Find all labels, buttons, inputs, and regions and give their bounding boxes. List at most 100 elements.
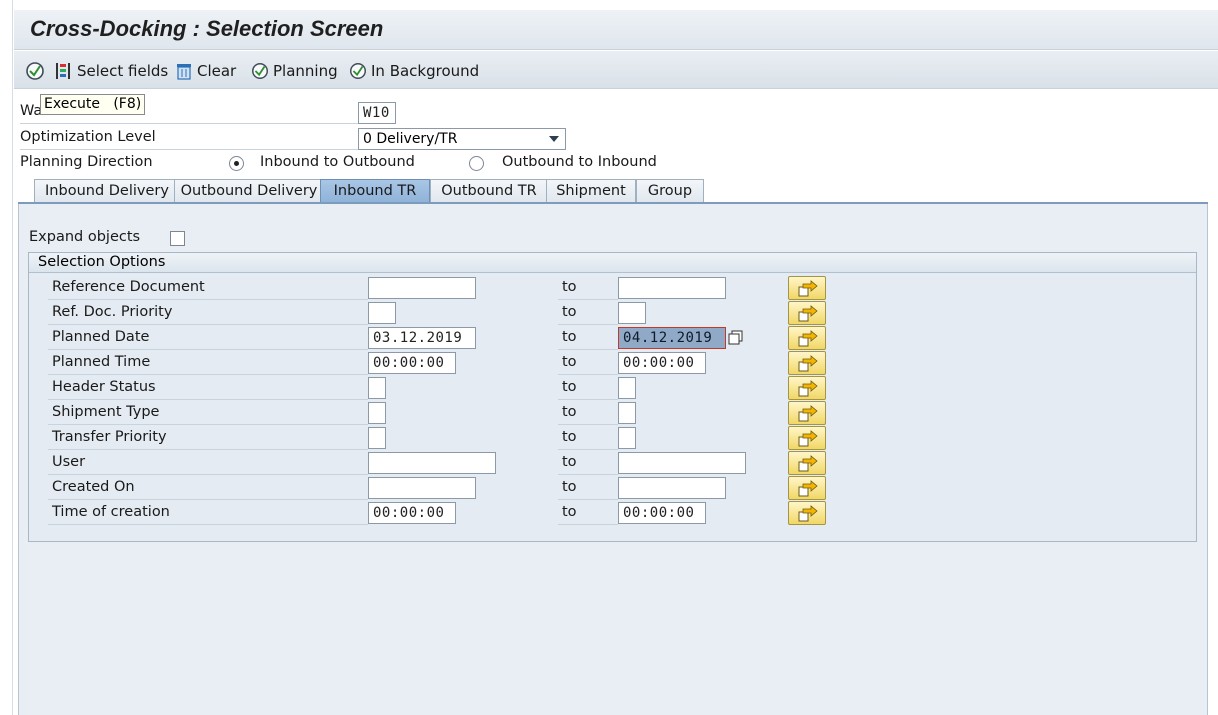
tab-shipment[interactable]: Shipment — [546, 179, 636, 203]
ref-doc-priority-underline — [48, 324, 368, 325]
optimization-level-label: Optimization Level — [20, 129, 156, 145]
user-multiple-selection-button[interactable] — [788, 451, 826, 475]
time-of-creation-to-label: to — [562, 504, 577, 520]
application-toolbar: Select fields Clear Planning In Backgrou… — [14, 51, 1218, 89]
planned-date-underline — [48, 349, 368, 350]
user-to-input[interactable] — [618, 452, 746, 474]
planned-time-from-input[interactable]: 00:00:00 — [368, 352, 456, 374]
created-on-multiple-selection-button[interactable] — [788, 476, 826, 500]
shipment-type-to-label: to — [562, 404, 577, 420]
multiple-selection-arrow-icon — [798, 405, 818, 422]
planning-execute-icon — [252, 63, 268, 79]
left-edge — [0, 0, 13, 715]
time-of-creation-to-input[interactable]: 00:00:00 — [618, 502, 706, 524]
header-status-to-input[interactable] — [618, 377, 636, 399]
tab-outbound-tr[interactable]: Outbound TR — [430, 179, 548, 203]
time-of-creation-to-underline — [558, 524, 618, 525]
header-status-from-input[interactable] — [368, 377, 386, 399]
planned-time-to-input[interactable]: 00:00:00 — [618, 352, 706, 374]
user-underline — [48, 474, 368, 475]
reference-document-from-input[interactable] — [368, 277, 476, 299]
tab-inbound-delivery[interactable]: Inbound Delivery — [34, 179, 180, 203]
planned-date-from-input[interactable]: 03.12.2019 — [368, 327, 476, 349]
planned-date-to-input[interactable]: 04.12.2019 — [618, 327, 726, 349]
ref-doc-priority-multiple-selection-button[interactable] — [788, 301, 826, 325]
execute-button[interactable] — [24, 60, 49, 82]
user-label: User — [52, 454, 86, 470]
select-fields-button[interactable]: Select fields — [54, 60, 168, 82]
created-on-to-underline — [558, 499, 618, 500]
radio-outbound-to-inbound[interactable] — [469, 156, 484, 171]
planned-time-label: Planned Time — [52, 354, 151, 370]
planned-time-to-label: to — [562, 354, 577, 370]
shipment-type-from-input[interactable] — [368, 402, 386, 424]
title-bar: Cross-Docking : Selection Screen — [14, 10, 1218, 50]
shipment-type-to-input[interactable] — [618, 402, 636, 424]
time-of-creation-from-input[interactable]: 00:00:00 — [368, 502, 456, 524]
planning-button[interactable]: Planning — [250, 60, 338, 82]
shipment-type-multiple-selection-button[interactable] — [788, 401, 826, 425]
time-of-creation-multiple-selection-button[interactable] — [788, 501, 826, 525]
transfer-priority-underline — [48, 449, 368, 450]
shipment-type-underline — [48, 424, 368, 425]
in-background-button[interactable]: In Background — [348, 60, 479, 82]
ref-doc-priority-to-input[interactable] — [618, 302, 646, 324]
planned-time-multiple-selection-button[interactable] — [788, 351, 826, 375]
planning-label: Planning — [273, 62, 338, 80]
planning-direction-label: Planning Direction — [20, 154, 153, 170]
created-on-underline — [48, 499, 368, 500]
multiple-selection-arrow-icon — [798, 505, 818, 522]
header-status-multiple-selection-button[interactable] — [788, 376, 826, 400]
radio-selected-dot — [234, 161, 239, 166]
time-of-creation-underline — [48, 524, 368, 525]
selection-options-title: Selection Options — [29, 253, 1196, 273]
optimization-level-dropdown[interactable]: 0 Delivery/TR — [358, 128, 566, 150]
tab-inbound-tr[interactable]: Inbound TR — [320, 179, 430, 203]
execute-tooltip: Execute (F8) — [40, 94, 146, 115]
expand-objects-checkbox[interactable] — [170, 231, 185, 246]
transfer-priority-label: Transfer Priority — [52, 429, 167, 445]
planned-date-to-underline — [558, 349, 618, 350]
planned-date-label: Planned Date — [52, 329, 150, 345]
header-status-to-label: to — [562, 379, 577, 395]
sap-window: Cross-Docking : Selection Screen Select … — [14, 10, 1218, 715]
ref-doc-priority-to-underline — [558, 324, 618, 325]
optimization-level-value: 0 Delivery/TR — [363, 131, 458, 147]
multiple-selection-arrow-icon — [798, 480, 818, 497]
tab-outbound-delivery[interactable]: Outbound Delivery — [174, 179, 324, 203]
execute-icon — [26, 62, 44, 80]
transfer-priority-multiple-selection-button[interactable] — [788, 426, 826, 450]
transfer-priority-to-label: to — [562, 429, 577, 445]
reference-document-label: Reference Document — [52, 279, 205, 295]
clear-button[interactable]: Clear — [174, 60, 236, 82]
trash-icon — [177, 64, 191, 80]
ref-doc-priority-to-label: to — [562, 304, 577, 320]
reference-document-multiple-selection-button[interactable] — [788, 276, 826, 300]
reference-document-to-input[interactable] — [618, 277, 726, 299]
ref-doc-priority-from-input[interactable] — [368, 302, 396, 324]
created-on-to-input[interactable] — [618, 477, 726, 499]
chevron-down-icon — [549, 136, 559, 142]
copy-icon[interactable] — [728, 330, 744, 346]
reference-document-to-underline — [558, 299, 618, 300]
user-to-underline — [558, 474, 618, 475]
shipment-type-label: Shipment Type — [52, 404, 160, 420]
planned-date-multiple-selection-button[interactable] — [788, 326, 826, 350]
tab-group[interactable]: Group — [636, 179, 704, 203]
transfer-priority-from-input[interactable] — [368, 427, 386, 449]
user-from-input[interactable] — [368, 452, 496, 474]
reference-document-to-label: to — [562, 279, 577, 295]
clear-label: Clear — [197, 62, 237, 80]
planned-date-to-label: to — [562, 329, 577, 345]
in-background-label: In Background — [371, 62, 480, 80]
multiple-selection-arrow-icon — [798, 330, 818, 347]
created-on-label: Created On — [52, 479, 135, 495]
user-to-label: to — [562, 454, 577, 470]
select-fields-label: Select fields — [77, 62, 169, 80]
reference-document-underline — [48, 299, 368, 300]
transfer-priority-to-input[interactable] — [618, 427, 636, 449]
planned-time-to-underline — [558, 374, 618, 375]
radio-inbound-to-outbound[interactable] — [229, 156, 244, 171]
created-on-from-input[interactable] — [368, 477, 476, 499]
warehouse-input[interactable]: W10 — [358, 102, 396, 124]
